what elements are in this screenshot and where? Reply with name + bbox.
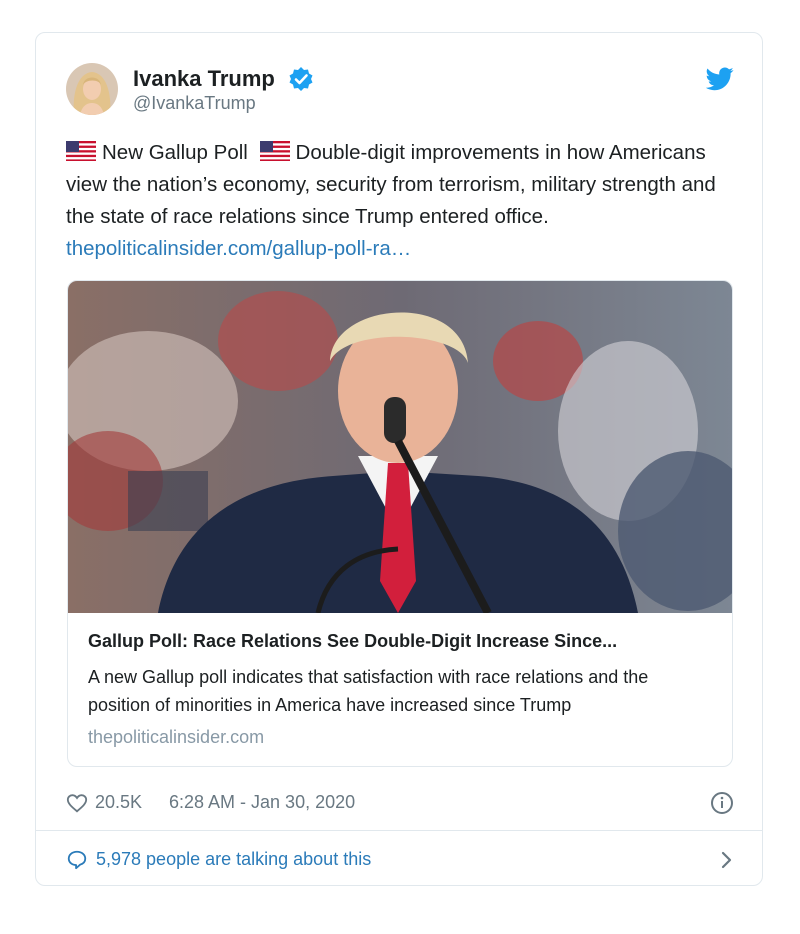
article-photo bbox=[68, 281, 732, 613]
tweet-link[interactable]: thepoliticalinsider.com/gallup-poll-ra… bbox=[66, 237, 411, 260]
twitter-bird-icon[interactable] bbox=[706, 67, 734, 91]
verified-badge-icon bbox=[289, 67, 313, 91]
timestamp[interactable]: 6:28 AM - Jan 30, 2020 bbox=[169, 792, 355, 813]
author-name[interactable]: Ivanka Trump bbox=[133, 66, 275, 92]
us-flag-icon bbox=[259, 141, 290, 161]
avatar[interactable] bbox=[66, 63, 118, 115]
divider bbox=[36, 830, 762, 831]
card-title[interactable]: Gallup Poll: Race Relations See Double-D… bbox=[88, 631, 714, 652]
chevron-right-icon[interactable] bbox=[716, 850, 736, 870]
heart-icon[interactable] bbox=[66, 792, 88, 814]
link-preview-card[interactable]: Gallup Poll: Race Relations See Double-D… bbox=[67, 280, 733, 767]
embedded-tweet: Ivanka Trump @IvankaTrump New Gallup Pol… bbox=[35, 32, 763, 886]
conversation-link[interactable]: 5,978 people are talking about this bbox=[66, 845, 736, 875]
tweet-footer: 20.5K 6:28 AM - Jan 30, 2020 bbox=[66, 789, 736, 817]
tweet-text-part1: New Gallup Poll bbox=[102, 141, 248, 164]
like-count[interactable]: 20.5K bbox=[95, 792, 142, 813]
info-icon[interactable] bbox=[710, 791, 734, 815]
talking-count[interactable]: 5,978 people are talking about this bbox=[96, 849, 371, 870]
us-flag-icon bbox=[66, 141, 96, 161]
tweet-text: New Gallup Poll Double-digit improvement… bbox=[66, 137, 736, 265]
speech-bubble-icon bbox=[67, 850, 87, 870]
card-domain: thepoliticalinsider.com bbox=[88, 727, 265, 747]
author-handle[interactable]: @IvankaTrump bbox=[133, 93, 256, 114]
card-description: A new Gallup poll indicates that satisfa… bbox=[88, 667, 649, 715]
